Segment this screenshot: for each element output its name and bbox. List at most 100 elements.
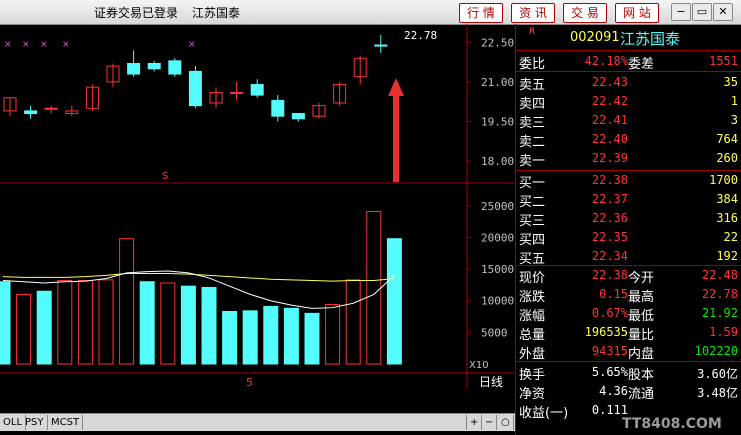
candle-body	[44, 107, 58, 110]
candle-body	[230, 91, 244, 94]
ask-3-price: 22.41	[591, 113, 628, 127]
stat-1-value1: 0.15	[599, 287, 628, 301]
volume-bar	[119, 238, 135, 365]
stat2-0-label2: 股本	[628, 368, 655, 383]
stat-0-value1: 22.38	[591, 268, 628, 282]
price-tick-label: 18.00	[481, 155, 514, 168]
news-button[interactable]: 资 讯	[511, 3, 555, 23]
stat-4-label1: 外盘	[519, 347, 546, 362]
volume-ma-line-slow	[2, 273, 395, 282]
candle-body	[271, 99, 285, 117]
title-bar: 证券交易已登录 江苏国泰 行 情 资 讯 交 易 网 站 − ▭ ✕	[0, 0, 741, 25]
close-icon[interactable]: ✕	[713, 3, 733, 21]
volume-bar	[77, 279, 93, 365]
ask-4-volume: 1	[730, 94, 738, 108]
s-mark: S	[162, 171, 168, 182]
price-tick-label: 22.50	[481, 36, 514, 49]
five-mark: 5	[246, 376, 253, 389]
chart-area[interactable]: 22.50 21.00 19.50 18.00 25000 20000 15000 10000…	[0, 24, 515, 435]
volume-bar	[98, 279, 114, 365]
minimize-icon[interactable]: −	[671, 3, 691, 21]
stat-3-value1: 196535	[584, 325, 628, 339]
indicator-tab-bar: OLL PSY MCST + − ○	[0, 413, 515, 431]
stat2-1-value1: 4.36	[599, 384, 628, 398]
volume-bar	[325, 304, 341, 365]
signal-mark-icon: ×	[40, 40, 48, 50]
ask-3-volume: 3	[730, 113, 738, 127]
candle-body	[188, 70, 202, 107]
ask-5-label: 卖五	[519, 78, 546, 93]
stat2-0-value1: 5.65%	[591, 365, 628, 379]
zoom-in-button[interactable]: +	[466, 415, 483, 430]
bid-3-label: 买三	[519, 214, 546, 229]
volume-tick-label: 25000	[481, 200, 514, 213]
candle-body	[127, 63, 141, 75]
candle-body	[24, 110, 38, 115]
bid-2-price: 22.37	[591, 192, 628, 206]
volume-bar	[304, 312, 320, 365]
quote-button[interactable]: 行 情	[459, 3, 503, 23]
volume-bar	[242, 310, 258, 365]
chart-canvas: 22.50 21.00 19.50 18.00 25000 20000 15000 10000…	[0, 24, 515, 389]
bid-5-price: 22.34	[591, 249, 628, 263]
volume-bar	[201, 286, 217, 365]
weicha-label: 委差	[628, 57, 655, 72]
stat-1-label1: 涨跌	[519, 290, 546, 305]
stat2-0-value2: 3.60亿	[697, 367, 738, 381]
r-mark: R	[529, 27, 536, 37]
ask-3-label: 卖三	[519, 116, 546, 131]
volume-bar	[36, 290, 52, 365]
stat-3-value2: 1.59	[709, 325, 738, 339]
signal-mark-icon: ×	[22, 40, 30, 50]
stat-2-value1: 0.67%	[591, 306, 628, 320]
bid-4-price: 22.35	[591, 230, 628, 244]
bid-1-volume: 1700	[709, 173, 738, 187]
stat-2-value2: 21.92	[701, 306, 738, 320]
volume-tick-label: 10000	[481, 295, 514, 308]
scroll-handle-icon[interactable]: ○	[498, 415, 514, 430]
stat2-0-label1: 换手	[519, 368, 546, 383]
ask-2-label: 卖二	[519, 135, 546, 150]
bid-4-volume: 22	[723, 230, 738, 244]
stat-0-label1: 现价	[519, 271, 546, 286]
quote-panel: R 002091 江苏国泰 委比 42.18% 委差 1551 卖五 22.43 3…	[515, 24, 741, 435]
volume-bar	[386, 238, 402, 365]
tab-mcst[interactable]: MCST	[48, 415, 84, 430]
candle-body	[374, 44, 388, 47]
signal-mark-icon: ×	[4, 40, 12, 50]
volume-tick-label: 20000	[481, 231, 514, 244]
weicha-value: 1551	[709, 54, 738, 68]
stat2-1-label1: 净资	[519, 387, 546, 402]
bid-2-volume: 384	[716, 192, 738, 206]
volume-bar	[57, 279, 73, 365]
last-price-label: 22.78	[404, 29, 437, 42]
bid-2-label: 买二	[519, 195, 546, 210]
zoom-out-button[interactable]: −	[482, 415, 498, 430]
volume-bar	[366, 211, 382, 365]
candle-body	[168, 60, 182, 75]
stat-0-value2: 22.48	[701, 268, 738, 282]
period-label: 日线	[479, 375, 503, 389]
trade-button[interactable]: 交 易	[563, 3, 607, 23]
website-button[interactable]: 网 站	[615, 3, 659, 23]
volume-bar	[16, 293, 32, 365]
weibi-value: 42.18%	[584, 54, 628, 68]
stat-2-label1: 涨幅	[519, 309, 546, 324]
stat-2-label2: 最低	[628, 309, 655, 324]
ask-4-price: 22.42	[591, 94, 628, 108]
tab-psy[interactable]: PSY	[22, 415, 48, 430]
ask-2-volume: 764	[716, 132, 738, 146]
volume-bar	[283, 307, 299, 365]
stat-1-value2: 22.78	[701, 287, 738, 301]
login-status: 证券交易已登录	[94, 6, 179, 20]
bid-5-volume: 192	[716, 249, 738, 263]
bid-3-price: 22.36	[591, 211, 628, 225]
restore-icon[interactable]: ▭	[692, 3, 712, 21]
bid-4-label: 买四	[519, 233, 546, 248]
stock-name: 江苏国泰	[620, 30, 681, 48]
stat-4-value1: 94315	[591, 344, 628, 358]
ask-4-label: 卖四	[519, 97, 546, 112]
red-arrow-icon	[388, 78, 404, 182]
volume-bar	[139, 281, 155, 365]
volume-bar	[160, 282, 176, 365]
